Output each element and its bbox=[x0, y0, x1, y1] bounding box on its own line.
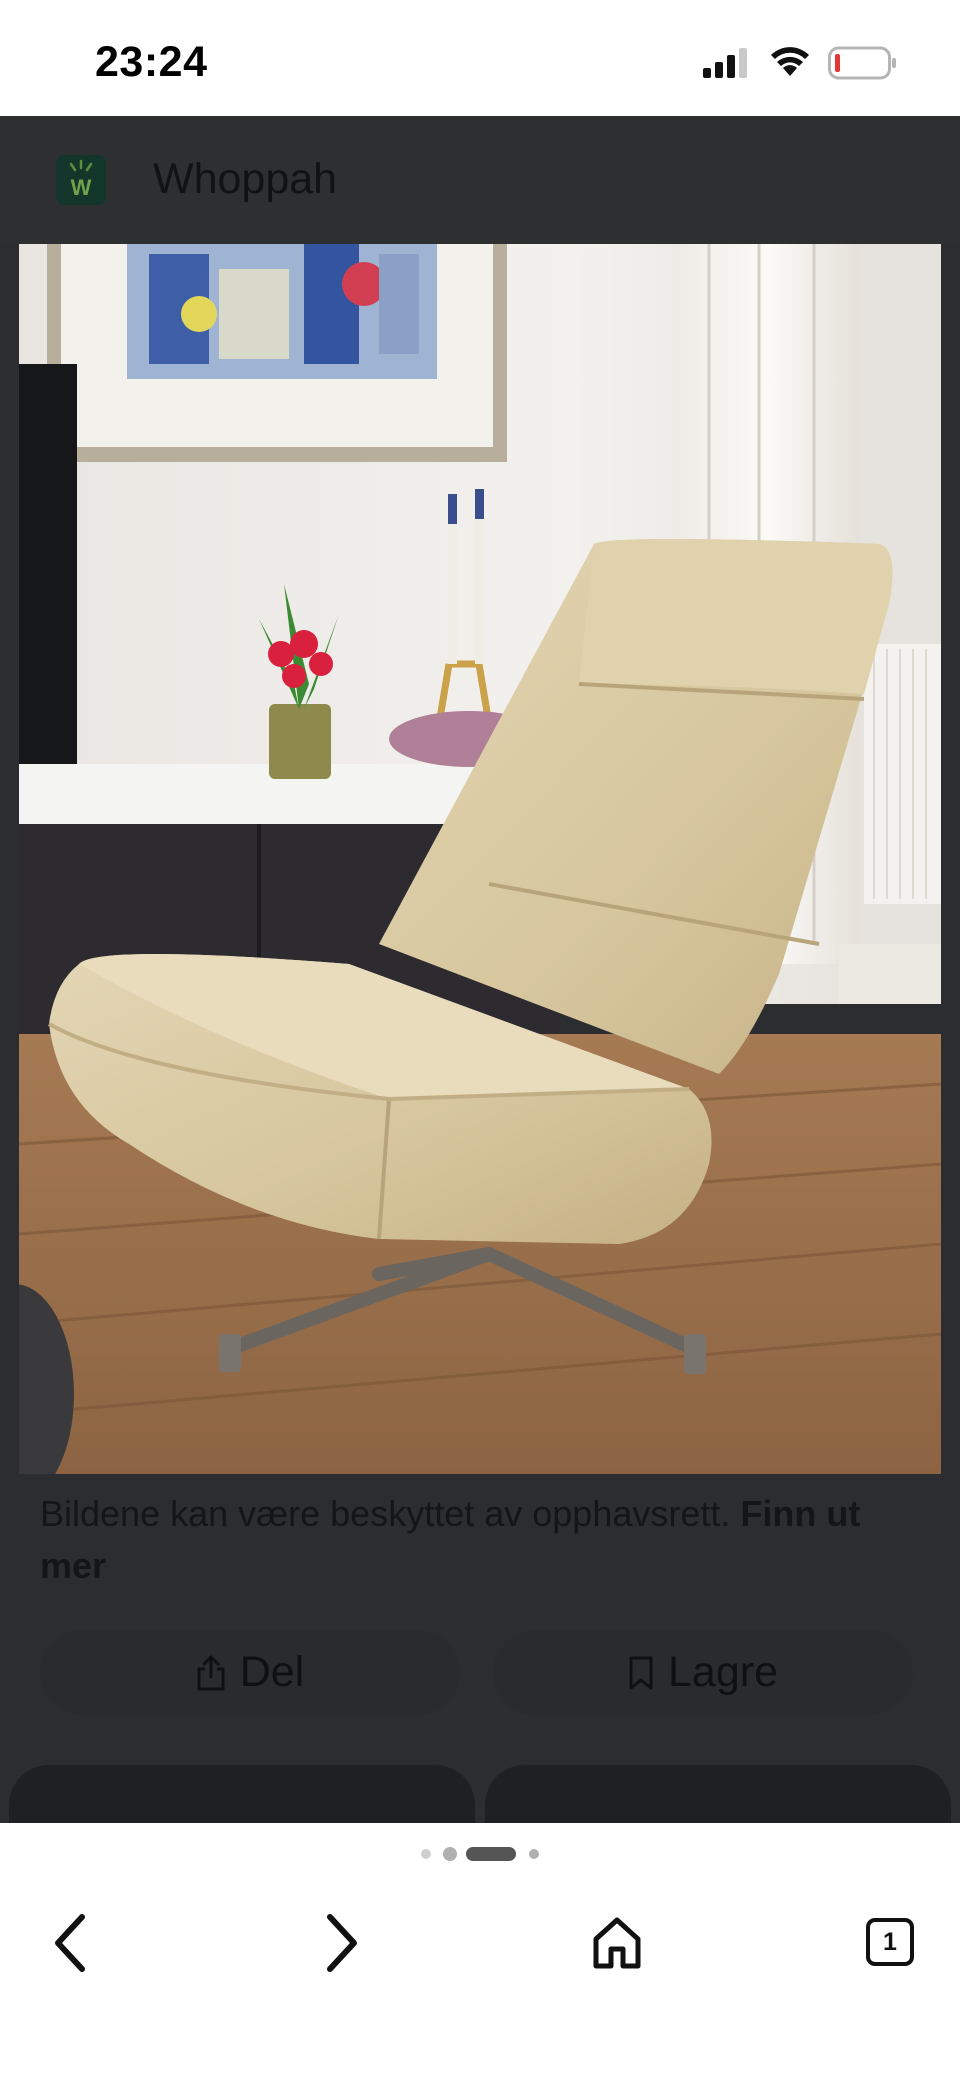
page-indicator bbox=[421, 1847, 539, 1861]
status-bar: 23:24 bbox=[0, 0, 960, 116]
tabs-icon[interactable]: 1 bbox=[866, 1918, 914, 1966]
back-button[interactable] bbox=[35, 1908, 105, 1978]
copyright-caption: Bildene kan være beskyttet av opphavsret… bbox=[40, 1488, 920, 1592]
site-header[interactable] bbox=[0, 116, 960, 244]
product-photo[interactable] bbox=[19, 244, 941, 1474]
logo-letter: W bbox=[71, 175, 92, 200]
save-label: Lagre bbox=[668, 1648, 778, 1696]
lounge-chair-image bbox=[19, 244, 941, 1474]
bookmark-icon bbox=[629, 1656, 653, 1689]
home-icon bbox=[593, 1917, 641, 1969]
save-button[interactable]: Lagre bbox=[493, 1630, 913, 1715]
share-button[interactable]: Del bbox=[40, 1630, 460, 1715]
back-icon bbox=[55, 1914, 85, 1972]
share-label: Del bbox=[239, 1648, 305, 1696]
screen: 23:24 W Whoppah Bildene kan være beskytt… bbox=[0, 0, 960, 2078]
caption-text: Bildene kan være beskyttet av opphavsret… bbox=[40, 1493, 741, 1534]
signal-icon bbox=[703, 48, 747, 78]
site-name[interactable]: Whoppah bbox=[153, 155, 337, 204]
battery-low-icon bbox=[828, 46, 896, 80]
forward-icon bbox=[327, 1914, 357, 1972]
status-time: 23:24 bbox=[95, 38, 208, 86]
whoppah-logo-icon[interactable]: W bbox=[56, 155, 106, 205]
share-icon bbox=[197, 1655, 225, 1690]
forward-button[interactable] bbox=[307, 1908, 377, 1978]
wifi-icon bbox=[771, 47, 809, 76]
home-button[interactable] bbox=[582, 1908, 652, 1978]
